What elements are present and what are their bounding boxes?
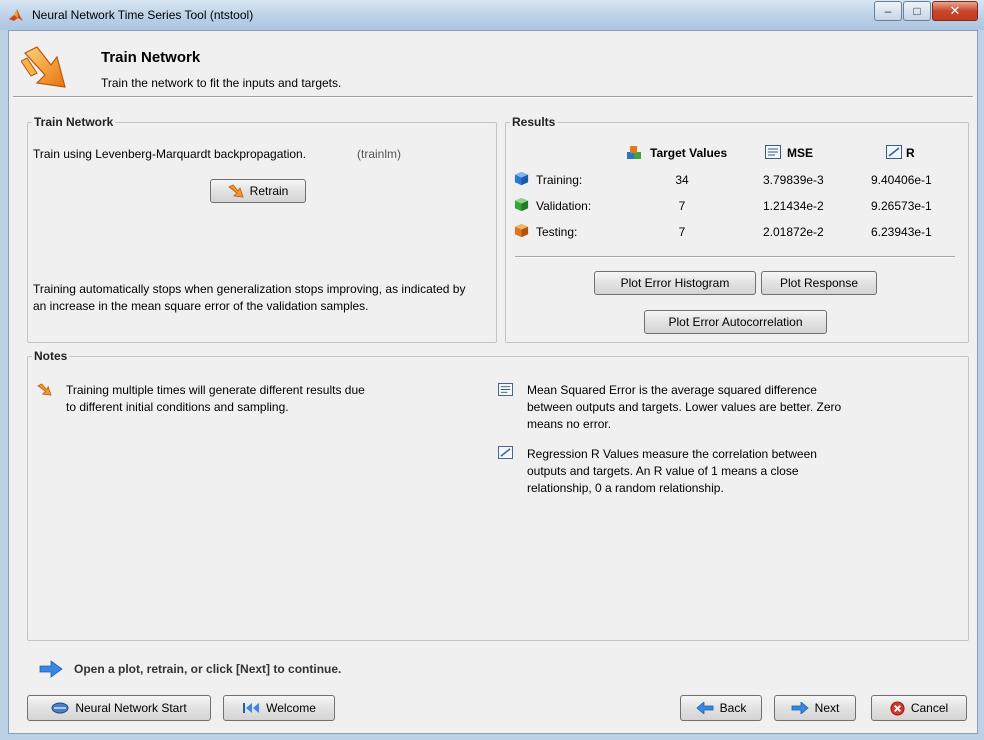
train-note-icon	[37, 383, 52, 396]
footer-hint: Open a plot, retrain, or click [Next] to…	[74, 662, 342, 676]
minimize-button[interactable]: –	[874, 1, 902, 21]
plot-response-button[interactable]: Plot Response	[761, 271, 877, 295]
cancel-label: Cancel	[910, 701, 949, 715]
testing-cube-icon	[514, 223, 529, 238]
training-r-value: 9.40406e-1	[871, 173, 932, 187]
training-mse-value: 3.79839e-3	[763, 173, 824, 187]
title-bar: Neural Network Time Series Tool (ntstool…	[0, 0, 984, 30]
retrain-icon	[227, 184, 244, 198]
target-values-icon	[627, 146, 641, 159]
r-icon	[886, 145, 902, 159]
header-divider	[13, 96, 973, 98]
training-cube-icon	[514, 171, 529, 186]
retrain-label: Retrain	[249, 184, 289, 198]
cancel-icon	[890, 700, 905, 716]
testing-row-label: Testing:	[536, 225, 578, 239]
back-button[interactable]: Back	[680, 695, 762, 721]
close-window-button[interactable]: ✕	[932, 1, 978, 21]
maximize-button[interactable]: □	[903, 1, 931, 21]
validation-row-label: Validation:	[536, 199, 592, 213]
matlab-logo-icon	[9, 9, 23, 21]
plot-error-histogram-label: Plot Error Histogram	[620, 276, 730, 290]
notes-legend: Notes	[34, 349, 68, 363]
welcome-button[interactable]: Welcome	[223, 695, 335, 721]
next-arrow-icon	[791, 702, 809, 714]
next-button[interactable]: Next	[774, 695, 856, 721]
testing-target-count: 7	[678, 225, 686, 239]
mse-note: Mean Squared Error is the average square…	[527, 383, 842, 431]
close-icon: ✕	[949, 3, 961, 18]
plot-response-label: Plot Response	[779, 276, 859, 290]
validation-target-count: 7	[678, 199, 686, 213]
cancel-button[interactable]: Cancel	[871, 695, 967, 721]
plot-error-histogram-button[interactable]: Plot Error Histogram	[594, 271, 756, 295]
r-note-icon	[498, 446, 513, 459]
tool-window: Train Network Train the network to fit t…	[8, 30, 978, 734]
welcome-label: Welcome	[266, 701, 316, 715]
training-algorithm-code: (trainlm)	[357, 147, 401, 161]
results-legend: Results	[512, 115, 556, 129]
target-values-header: Target Values	[650, 146, 728, 160]
mse-icon	[765, 145, 781, 159]
page-title: Train Network	[101, 49, 201, 66]
back-label: Back	[719, 701, 747, 715]
training-stop-note: Training automatically stops when genera…	[33, 282, 466, 313]
retrain-note: Training multiple times will generate di…	[66, 383, 365, 414]
mse-note-icon	[498, 383, 513, 396]
skip-back-icon	[243, 703, 260, 713]
r-note: Regression R Values measure the correlat…	[527, 447, 817, 495]
page-subtitle: Train the network to fit the inputs and …	[101, 76, 342, 90]
neural-network-start-button[interactable]: Neural Network Start	[27, 695, 211, 721]
minimize-icon: –	[884, 4, 892, 18]
validation-r-value: 9.26573e-1	[871, 199, 932, 213]
mse-header: MSE	[787, 146, 814, 160]
plot-error-autocorrelation-label: Plot Error Autocorrelation	[668, 315, 803, 329]
train-arrow-icon	[21, 46, 66, 88]
training-target-count: 34	[675, 173, 689, 187]
maximize-icon: □	[913, 4, 921, 18]
back-arrow-icon	[696, 702, 714, 714]
hint-arrow-icon	[39, 660, 63, 678]
plot-error-autocorrelation-button[interactable]: Plot Error Autocorrelation	[644, 310, 827, 334]
next-label: Next	[814, 701, 840, 715]
training-row-label: Training:	[536, 173, 583, 187]
training-algorithm-text: Train using Levenberg-Marquardt backprop…	[33, 147, 307, 161]
testing-mse-value: 2.01872e-2	[763, 225, 824, 239]
validation-mse-value: 1.21434e-2	[763, 199, 824, 213]
train-network-legend: Train Network	[34, 115, 114, 129]
window-title: Neural Network Time Series Tool (ntstool…	[32, 8, 254, 22]
results-divider	[515, 256, 955, 258]
neural-network-start-label: Neural Network Start	[75, 701, 187, 715]
testing-r-value: 6.23943e-1	[871, 225, 932, 239]
retrain-button[interactable]: Retrain	[210, 179, 306, 203]
r-header: R	[906, 146, 915, 160]
neural-network-start-icon	[51, 702, 69, 714]
validation-cube-icon	[514, 197, 529, 212]
